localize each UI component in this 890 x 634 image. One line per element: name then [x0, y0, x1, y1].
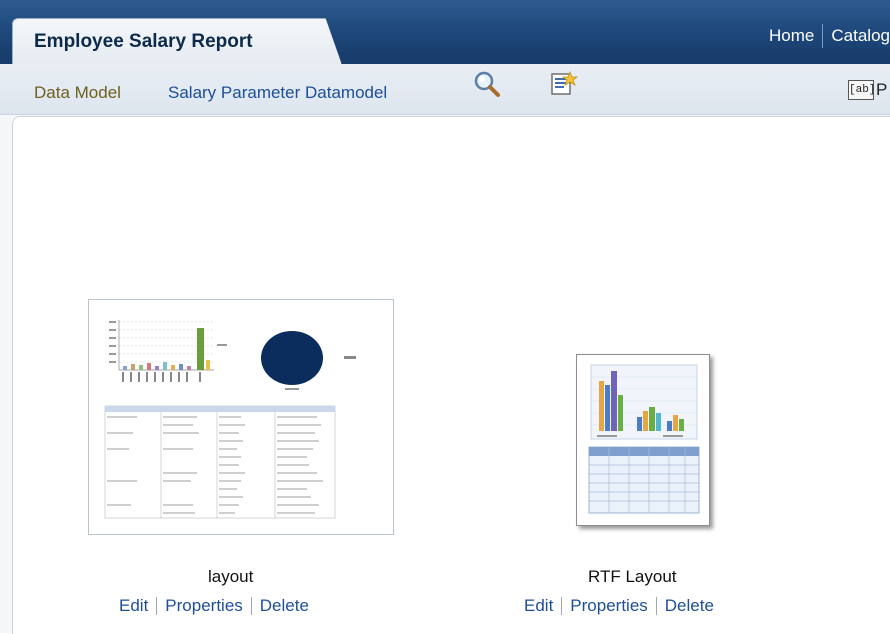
rtf-layout-thumbnail[interactable] — [576, 354, 710, 526]
data-model-link[interactable]: Salary Parameter Datamodel — [168, 83, 387, 103]
nav-divider — [822, 24, 824, 48]
link-divider — [250, 597, 252, 615]
edit-link[interactable]: Edit — [119, 596, 148, 616]
delete-link[interactable]: Delete — [665, 596, 714, 616]
properties-link[interactable]: Properties — [165, 596, 242, 616]
field-button-label[interactable]: P — [876, 80, 887, 100]
search-icon[interactable] — [472, 70, 502, 100]
toolbar — [0, 64, 890, 115]
data-model-label: Data Model — [34, 83, 121, 102]
field-button[interactable]: [ab] — [848, 80, 875, 100]
app-window: Employee Salary Report Home Catalog Data… — [0, 0, 890, 634]
edit-link[interactable]: Edit — [524, 596, 553, 616]
link-divider — [655, 597, 657, 615]
rtf-layout-name: RTF Layout — [588, 567, 677, 586]
layout-actions: Edit Properties Delete — [119, 596, 309, 616]
layout-name: layout — [208, 567, 254, 586]
nav-catalog[interactable]: Catalog — [831, 26, 890, 46]
report-title: Employee Salary Report — [34, 31, 253, 52]
layout-preview-image — [104, 320, 356, 519]
rtf-layout-actions: Edit Properties Delete — [524, 596, 714, 616]
properties-link[interactable]: Properties — [570, 596, 647, 616]
delete-link[interactable]: Delete — [260, 596, 309, 616]
link-divider — [156, 597, 158, 615]
nav-home[interactable]: Home — [769, 26, 814, 46]
layout-thumbnail[interactable] — [88, 299, 394, 535]
link-divider — [561, 597, 563, 615]
report-properties-icon[interactable] — [548, 69, 578, 99]
top-nav: Home Catalog — [769, 24, 890, 48]
rtf-document-icon — [588, 364, 700, 514]
